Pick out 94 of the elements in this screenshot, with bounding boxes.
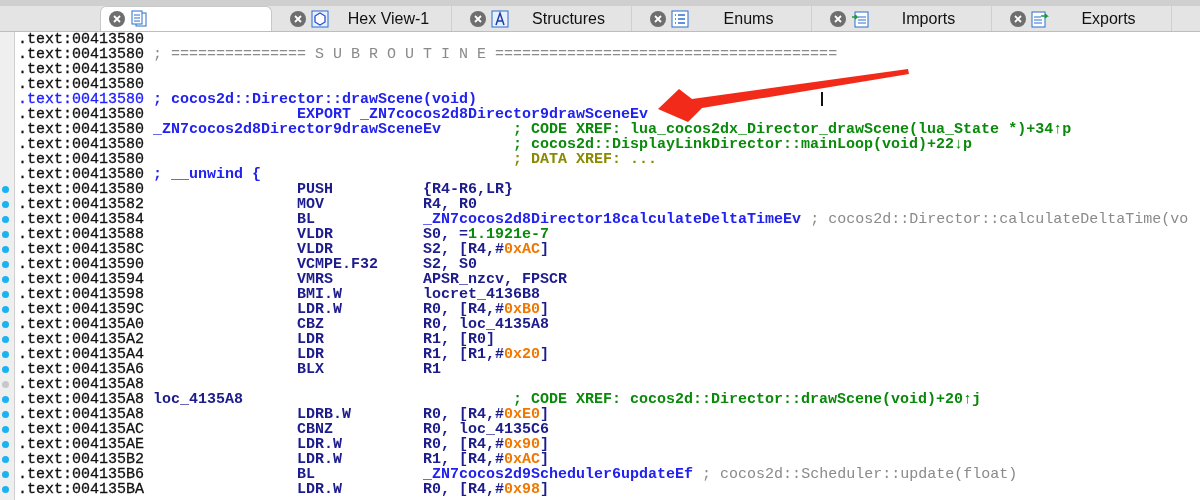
instruction-operands: R0, [R4,#0xE0] (423, 406, 550, 423)
instruction-mnemonic: MOV (297, 196, 325, 213)
tab[interactable] (100, 6, 272, 31)
address: .text:004135A8 (18, 376, 145, 393)
instruction-mnemonic: BL (297, 466, 316, 483)
code-label: loc_4135A8 (153, 391, 244, 408)
address: .text:004135A8 (18, 406, 145, 423)
instruction-mnemonic: VLDR (297, 241, 334, 258)
instruction-operands: R0, [R4,#0xB0] (423, 301, 550, 318)
export-icon (1031, 9, 1049, 28)
document-icon (130, 10, 148, 28)
instruction-mnemonic: VCMPE.F32 (297, 256, 379, 273)
instruction-mnemonic: LDR.W (297, 451, 343, 468)
instruction-mnemonic: BL (297, 211, 316, 228)
hexagon-icon (311, 9, 329, 28)
instruction-mnemonic: BLX (297, 361, 325, 378)
function-comment: ; __unwind { (153, 166, 262, 183)
instruction-operands: R1, [R0] (423, 331, 496, 348)
instruction-mnemonic: LDR.W (297, 436, 343, 453)
import-icon (851, 9, 869, 28)
instruction-mnemonic: LDR (297, 331, 325, 348)
address: .text:004135A8 (18, 391, 145, 408)
address: .text:00413580 (18, 151, 145, 168)
close-icon[interactable] (650, 10, 666, 27)
instruction-mnemonic: LDRB.W (297, 406, 352, 423)
address: .text:00413580 (18, 76, 145, 93)
instruction-mnemonic: VMRS (297, 271, 334, 288)
address: .text:00413580 (18, 106, 145, 123)
close-icon[interactable] (830, 10, 846, 27)
address: .text:00413584 (18, 211, 145, 228)
xref-comment: ; DATA XREF: ... (513, 151, 658, 168)
address: .text:004135AC (18, 421, 145, 438)
xref-comment: ; CODE XREF: cocos2d::Director::drawScene(void)+20↑j (513, 391, 982, 408)
instruction-operands: R0, loc_4135A8 (423, 316, 550, 333)
address: .text:004135A0 (18, 316, 145, 333)
address: .text:00413580 (18, 181, 145, 198)
address: .text:00413580 (18, 136, 145, 153)
close-icon[interactable] (109, 11, 125, 27)
separator-comment: ; =============== S U B R O U T I N E ====================================== (153, 46, 838, 63)
address: .text:00413580 (18, 121, 145, 138)
list-icon (671, 9, 689, 28)
function-comment: ; cocos2d::Director::drawScene(void) (153, 91, 478, 108)
instruction-operands: R4, R0 (423, 196, 478, 213)
instruction-mnemonic: LDR.W (297, 301, 343, 318)
instruction-operands: R1 (423, 361, 442, 378)
address: .text:004135A2 (18, 331, 145, 348)
instruction-operands: R0, [R4,#0x98] (423, 481, 550, 498)
address: .text:0041359C (18, 301, 145, 318)
xref-comment: ; CODE XREF: lua_cocos2dx_Director_drawScene(lua_State *)+34↑p (513, 121, 1072, 138)
address: .text:004135BA (18, 481, 145, 498)
address: .text:00413582 (18, 196, 145, 213)
auto-comment: ; cocos2d::Scheduler::update(float) (702, 466, 1018, 483)
instruction-operands: _ZN7cocos2d8Director18calculateDeltaTimeEv (423, 211, 802, 228)
address: .text:00413580 (18, 31, 145, 48)
address: .text:00413580 (18, 166, 145, 183)
close-icon[interactable] (290, 10, 306, 27)
address: .text:004135B6 (18, 466, 145, 483)
xref-comment: ; cocos2d::DisplayLinkDirector::mainLoop(void)+22↓p (513, 136, 973, 153)
export-directive: EXPORT _ZN7cocos2d8Director9drawSceneEv (297, 106, 649, 123)
instruction-operands: R0, [R4,#0x90] (423, 436, 550, 453)
address: .text:00413588 (18, 226, 145, 243)
instruction-operands: R1, [R4,#0xAC] (423, 451, 550, 468)
instruction-operands: R0, loc_4135C6 (423, 421, 550, 438)
instruction-operands: S0, =1.1921e-7 (423, 226, 550, 243)
instruction-operands: R1, [R1,#0x20] (423, 346, 550, 363)
address: .text:004135A4 (18, 346, 145, 363)
instruction-operands: locret_4136B8 (423, 286, 541, 303)
instruction-mnemonic: VLDR (297, 226, 334, 243)
instruction-mnemonic: LDR.W (297, 481, 343, 498)
address: .text:00413598 (18, 286, 145, 303)
instruction-mnemonic: BMI.W (297, 286, 343, 303)
instruction-mnemonic: CBNZ (297, 421, 334, 438)
address: .text:00413580 (18, 61, 145, 78)
address: .text:00413590 (18, 256, 145, 273)
instruction-operands: S2, [R4,#0xAC] (423, 241, 550, 258)
instruction-operands: APSR_nzcv, FPSCR (423, 271, 568, 288)
instruction-mnemonic: LDR (297, 346, 325, 363)
address: .text:00413580 (18, 91, 145, 108)
address: .text:004135A6 (18, 361, 145, 378)
close-icon[interactable] (470, 10, 486, 27)
function-name: _ZN7cocos2d8Director9drawSceneEv (153, 121, 442, 138)
letter-a-icon (491, 9, 509, 28)
instruction-mnemonic: PUSH (297, 181, 334, 198)
address: .text:00413580 (18, 46, 145, 63)
address: .text:00413594 (18, 271, 145, 288)
auto-comment: ; cocos2d::Director::calculateDeltaTime(vo (810, 211, 1189, 228)
instruction-operands: _ZN7cocos2d9Scheduler6updateEf (423, 466, 694, 483)
address: .text:0041358C (18, 241, 145, 258)
instruction-mnemonic: CBZ (297, 316, 325, 333)
close-icon[interactable] (1010, 10, 1026, 27)
address: .text:004135AE (18, 436, 145, 453)
address: .text:004135B2 (18, 451, 145, 468)
instruction-operands: S2, S0 (423, 256, 478, 273)
instruction-operands: {R4-R6,LR} (423, 181, 514, 198)
